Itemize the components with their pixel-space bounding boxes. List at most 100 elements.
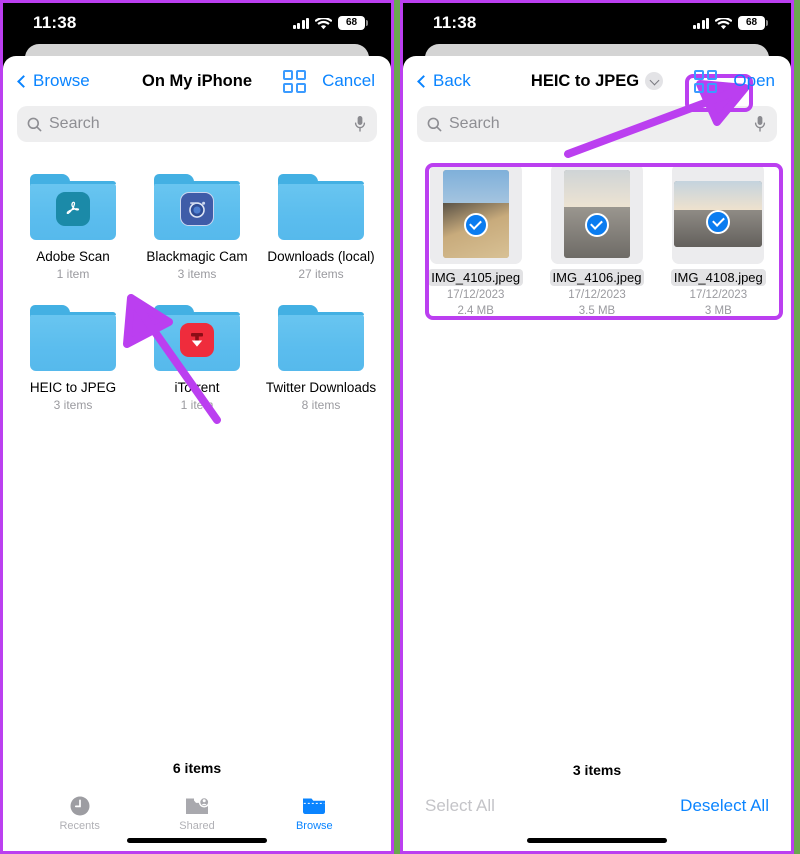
battery-icon: 68 xyxy=(738,16,768,30)
folder-item[interactable]: Twitter Downloads 8 items xyxy=(259,305,383,412)
nav-bar-left: Browse On My iPhone Cancel xyxy=(3,56,391,106)
tab-label: Browse xyxy=(295,820,333,832)
search-input-left[interactable]: Search xyxy=(17,106,377,142)
status-indicators: 68 xyxy=(292,16,368,30)
select-all-button[interactable]: Select All xyxy=(425,796,495,816)
folder-icon xyxy=(301,794,327,816)
back-button-label: Back xyxy=(433,71,471,90)
folder-item[interactable]: iTorrent 1 item xyxy=(135,305,259,412)
file-item[interactable]: IMG_4108.jpeg 17/12/2023 3 MB xyxy=(660,164,777,317)
cancel-button[interactable]: Cancel xyxy=(322,71,375,91)
nav-title-text: HEIC to JPEG xyxy=(530,71,640,90)
shared-folder-icon xyxy=(184,794,210,816)
nav-actions-right: Open xyxy=(694,69,775,93)
folder-name: iTorrent xyxy=(174,380,220,395)
folder-item[interactable]: Blackmagic Cam 3 items xyxy=(135,174,259,281)
file-date: 17/12/2023 xyxy=(689,289,748,301)
footer-right: 3 items Select All Deselect All xyxy=(403,762,791,851)
selection-actions: Select All Deselect All xyxy=(403,796,791,838)
chevron-down-icon[interactable] xyxy=(645,72,664,90)
folder-icon xyxy=(30,305,116,371)
file-thumbnail-container xyxy=(550,164,643,264)
status-indicators: 68 xyxy=(692,16,768,30)
tab-browse[interactable]: Browse xyxy=(256,794,373,832)
search-container-right: Search xyxy=(403,106,791,148)
left-phone-panel: 11:38 68 Browse On My iPhone Cancel Sear… xyxy=(0,0,394,854)
microphone-icon[interactable] xyxy=(753,115,767,133)
battery-level: 68 xyxy=(745,17,758,28)
check-circle-icon[interactable] xyxy=(584,212,609,237)
check-circle-icon[interactable] xyxy=(706,209,731,234)
folder-icon xyxy=(278,305,364,371)
folder-item-heic-to-jpeg[interactable]: HEIC to JPEG 3 items xyxy=(11,305,135,412)
chevron-left-icon xyxy=(417,74,430,88)
file-browser-right: IMG_4105.jpeg 17/12/2023 2.4 MB IMG_4106… xyxy=(403,148,791,851)
search-icon xyxy=(27,117,42,131)
grid-view-icon[interactable] xyxy=(283,69,307,93)
file-size: 3.5 MB xyxy=(578,305,616,317)
home-indicator[interactable] xyxy=(527,838,667,843)
file-size: 3 MB xyxy=(704,305,732,317)
files-sheet-right: Back HEIC to JPEG Open Search IMG_4105.j… xyxy=(403,56,791,851)
back-button-label: Browse xyxy=(33,71,90,90)
files-sheet-left: Browse On My iPhone Cancel Search Adobe … xyxy=(3,56,391,851)
item-count-right: 3 items xyxy=(572,762,622,778)
right-phone-panel: 11:38 68 Back HEIC to JPEG Open Search I… xyxy=(400,0,794,854)
photo-thumbnail xyxy=(674,181,763,247)
back-button-left[interactable]: Browse xyxy=(17,71,90,91)
folder-count: 8 items xyxy=(301,398,341,412)
tab-label: Recents xyxy=(59,820,100,832)
folder-count: 27 items xyxy=(298,267,344,281)
tab-recents[interactable]: Recents xyxy=(21,794,138,832)
deselect-all-button[interactable]: Deselect All xyxy=(680,796,769,816)
wifi-icon xyxy=(314,17,333,30)
folder-item[interactable]: Adobe Scan 1 item xyxy=(11,174,135,281)
file-name: IMG_4106.jpeg xyxy=(549,269,645,286)
search-input-right[interactable]: Search xyxy=(417,106,777,142)
search-placeholder-right: Search xyxy=(449,115,500,132)
folder-browser-left: Adobe Scan 1 item Blackmagic Cam 3 items xyxy=(3,148,391,851)
open-button[interactable]: Open xyxy=(733,71,775,91)
tab-shared[interactable]: Shared xyxy=(138,794,255,832)
folder-name: HEIC to JPEG xyxy=(29,380,117,395)
folder-name: Downloads (local) xyxy=(267,249,375,264)
home-indicator[interactable] xyxy=(127,838,267,843)
chevron-left-icon xyxy=(17,74,30,88)
grid-view-icon[interactable] xyxy=(694,69,718,93)
footer-left: 6 items Recents Shared Browse xyxy=(3,760,391,851)
battery-level: 68 xyxy=(345,17,358,28)
folder-count: 3 items xyxy=(53,398,93,412)
nav-title-text: On My iPhone xyxy=(141,71,252,90)
battery-icon: 68 xyxy=(338,16,368,30)
file-item[interactable]: IMG_4106.jpeg 17/12/2023 3.5 MB xyxy=(538,164,655,317)
tab-label: Shared xyxy=(179,820,215,832)
blackmagic-camera-icon xyxy=(180,192,214,227)
microphone-icon[interactable] xyxy=(353,115,367,133)
status-bar-right: 11:38 68 xyxy=(403,3,791,43)
file-size: 2.4 MB xyxy=(457,305,494,317)
folder-count: 1 item xyxy=(56,267,90,281)
file-thumbnail-container xyxy=(672,164,765,264)
folder-name: Twitter Downloads xyxy=(265,380,377,395)
folder-icon xyxy=(154,305,240,371)
cellular-signal-icon xyxy=(692,17,709,29)
folder-name: Blackmagic Cam xyxy=(146,249,248,264)
check-circle-icon[interactable] xyxy=(463,212,488,237)
photo-thumbnail xyxy=(442,170,509,258)
file-item[interactable]: IMG_4105.jpeg 17/12/2023 2.4 MB xyxy=(417,164,534,317)
search-container-left: Search xyxy=(3,106,391,148)
status-clock: 11:38 xyxy=(433,13,477,32)
nav-actions-left: Cancel xyxy=(283,69,375,93)
photo-thumbnail xyxy=(563,170,630,258)
file-name: IMG_4105.jpeg xyxy=(428,269,524,286)
screenshot-stage: 11:38 68 Browse On My iPhone Cancel Sear… xyxy=(0,0,800,854)
wifi-icon xyxy=(714,17,733,30)
folder-item[interactable]: Downloads (local) 27 items xyxy=(259,174,383,281)
back-button-right[interactable]: Back xyxy=(417,71,471,91)
clock-icon xyxy=(67,794,93,816)
itorrent-icon xyxy=(180,323,214,358)
status-clock: 11:38 xyxy=(33,13,77,32)
folder-name: Adobe Scan xyxy=(36,249,110,264)
folder-grid: Adobe Scan 1 item Blackmagic Cam 3 items xyxy=(3,148,391,412)
tab-bar: Recents Shared Browse xyxy=(3,794,391,838)
